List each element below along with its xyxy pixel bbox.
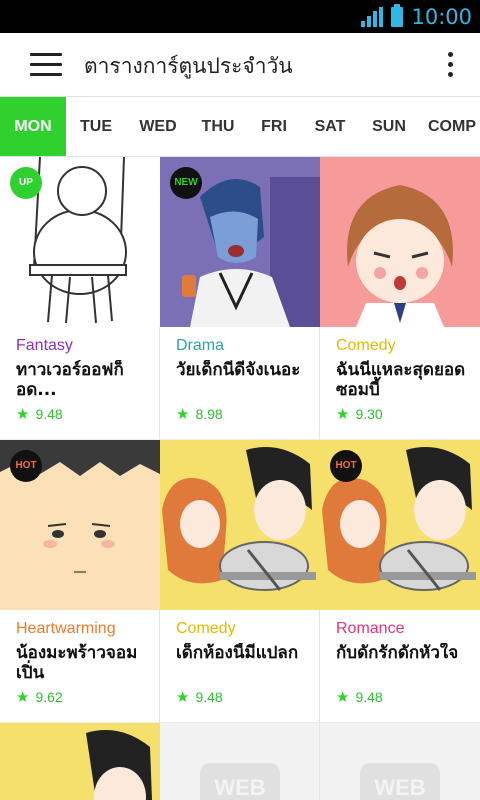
status-badge: HOT: [10, 450, 42, 482]
webtoon-title: ทาวเวอร์ออฟก็อด...: [16, 360, 124, 400]
tab-wed[interactable]: WED: [126, 97, 190, 156]
tab-fri[interactable]: FRI: [246, 97, 302, 156]
webtoon-card[interactable]: NEW Drama วัยเด็กนี่ดีจังเนอะ ★ 8.98: [160, 157, 320, 439]
page-title: ตารางการ์ตูนประจำวัน: [84, 54, 293, 78]
tab-completed[interactable]: COMP: [420, 97, 480, 156]
rating: ★ 9.48: [176, 688, 223, 706]
star-icon: ★: [176, 689, 190, 706]
webtoon-card[interactable]: Comedy ฉันนี่แหละสุดยอดซอมบี้ ★ 9.30: [320, 157, 480, 439]
status-clock: 10:00: [411, 4, 472, 29]
tab-tue[interactable]: TUE: [66, 97, 126, 156]
star-icon: ★: [336, 406, 350, 423]
genre-label: Comedy: [176, 620, 236, 637]
rating-value: 9.48: [195, 689, 223, 705]
genre-label: Comedy: [336, 337, 396, 354]
rating-value: 9.62: [35, 689, 63, 705]
thumbnail-image: [0, 723, 160, 800]
genre-label: Heartwarming: [16, 620, 116, 637]
webtoon-card[interactable]: HOT Heartwarming น้องมะพร้าวจอมเปิ่น ★ 9…: [0, 440, 160, 722]
webtoon-title: กับดักรักดักหัวใจ: [336, 643, 459, 663]
rating-value: 8.98: [195, 406, 223, 422]
rating-value: 9.48: [35, 406, 63, 422]
hamburger-menu-icon[interactable]: [30, 52, 62, 78]
tab-sat[interactable]: SAT: [302, 97, 358, 156]
placeholder-logo: WEB: [200, 763, 280, 800]
thumbnail-image: [160, 440, 320, 610]
webtoon-title: วัยเด็กนี่ดีจังเนอะ: [176, 360, 301, 380]
webtoon-card[interactable]: [0, 723, 160, 800]
webtoon-card[interactable]: Comedy เด็กห้องนี้มีแปลก ★ 9.48: [160, 440, 320, 722]
status-icons: 10:00: [361, 0, 472, 33]
genre-label: Fantasy: [16, 337, 73, 354]
star-icon: ★: [176, 406, 190, 423]
rating: ★ 9.62: [16, 688, 63, 706]
rating: ★ 9.48: [16, 405, 63, 423]
star-icon: ★: [16, 406, 30, 423]
webtoon-title: น้องมะพร้าวจอมเปิ่น: [16, 643, 138, 683]
webtoon-title: ฉันนี่แหละสุดยอดซอมบี้: [336, 360, 466, 400]
app-bar: ตารางการ์ตูนประจำวัน: [0, 33, 480, 97]
rating-value: 9.48: [355, 689, 383, 705]
tab-sun[interactable]: SUN: [358, 97, 420, 156]
rating-value: 9.30: [355, 406, 383, 422]
loading-card[interactable]: WEB: [160, 723, 320, 800]
placeholder-logo: WEB: [360, 763, 440, 800]
status-badge: UP: [10, 167, 42, 199]
thumbnail-image: [320, 157, 480, 327]
status-badge: NEW: [170, 167, 202, 199]
star-icon: ★: [16, 689, 30, 706]
star-icon: ★: [336, 689, 350, 706]
rating: ★ 9.30: [336, 405, 383, 423]
overflow-dots-icon[interactable]: [444, 50, 456, 80]
rating: ★ 8.98: [176, 405, 223, 423]
day-tabs: MON TUE WED THU FRI SAT SUN COMP: [0, 97, 480, 157]
status-bar: 10:00: [0, 0, 480, 33]
rating: ★ 9.48: [336, 688, 383, 706]
webtoon-card[interactable]: HOT Romance กับดักรักดักหัวใจ ★ 9.48: [320, 440, 480, 722]
tab-thu[interactable]: THU: [190, 97, 246, 156]
webtoon-title: เด็กห้องนี้มีแปลก: [176, 643, 299, 663]
loading-card[interactable]: WEB: [320, 723, 480, 800]
genre-label: Drama: [176, 337, 225, 354]
battery-icon: [391, 3, 404, 27]
webtoon-card[interactable]: UP Fantasy ทาวเวอร์ออฟก็อด... ★ 9.48: [0, 157, 160, 439]
tab-mon[interactable]: MON: [0, 97, 66, 156]
signal-icon: [361, 6, 384, 27]
genre-label: Romance: [336, 620, 405, 637]
status-badge: HOT: [330, 450, 362, 482]
